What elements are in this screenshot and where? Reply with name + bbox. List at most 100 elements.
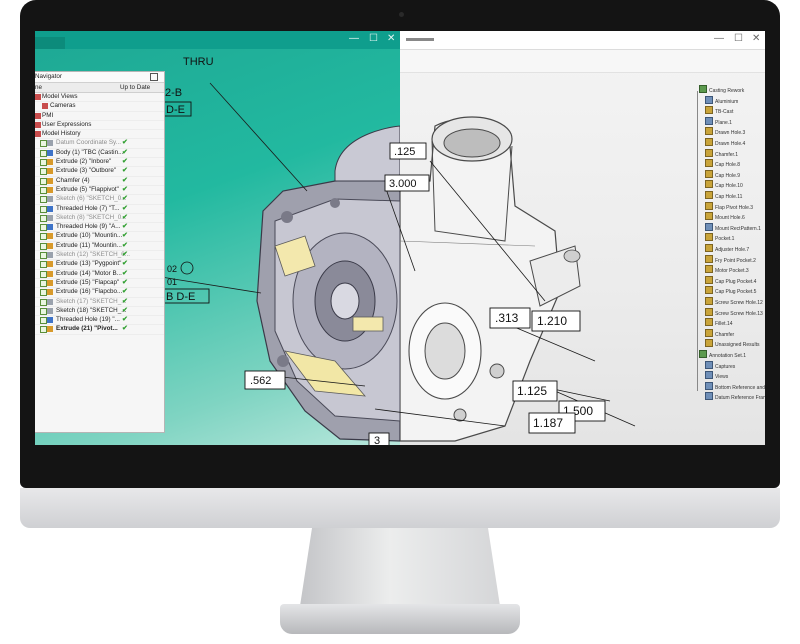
tree-node[interactable]: Cap Hole.8 <box>705 159 740 168</box>
up-to-date-check-icon: ✔ <box>122 232 128 240</box>
navigator-row[interactable]: Threaded Hole (7) "T... ✔ <box>35 205 164 214</box>
checkbox-icon[interactable] <box>40 326 47 334</box>
checkbox-icon[interactable] <box>40 140 47 148</box>
navigator-row[interactable]: Sketch (17) "SKETCH_... ✔ <box>35 298 164 307</box>
tree-node[interactable]: Drawn Hole.4 <box>705 138 745 147</box>
navigator-row-label: Threaded Hole (7) "T... <box>56 204 120 212</box>
navigator-row[interactable]: Sketch (8) "SKETCH_0... ✔ <box>35 214 164 224</box>
tree-node[interactable]: TB-Cast <box>705 106 733 115</box>
navigator-row[interactable]: Extrude (15) "Flapcap" ✔ <box>35 279 164 289</box>
tree-node[interactable]: Chamfer.1 <box>705 148 738 158</box>
navigator-row[interactable]: Extrude (3) "Outbore" ✔ <box>35 167 164 177</box>
navigator-row[interactable]: Model History <box>35 130 164 140</box>
navigator-row[interactable]: Extrude (11) "Mountin... ✔ <box>35 242 164 252</box>
checkbox-icon[interactable] <box>40 149 47 157</box>
tree-node-label: Plane.1 <box>715 119 732 126</box>
navigator-row[interactable]: Datum Coordinate Sy... ✔ <box>35 139 164 149</box>
checkbox-icon[interactable] <box>40 242 47 250</box>
checkbox-icon[interactable] <box>40 317 47 325</box>
checkbox-icon[interactable] <box>40 270 47 278</box>
checkbox-icon[interactable] <box>40 177 47 185</box>
checkbox-icon[interactable] <box>40 205 47 213</box>
checkbox-icon[interactable] <box>40 186 47 194</box>
navigator-row[interactable]: PMI <box>35 112 164 121</box>
up-to-date-check-icon: ✔ <box>122 288 128 296</box>
pin-icon[interactable] <box>150 73 158 81</box>
navigator-row[interactable]: Extrude (2) "Inbore" ✔ <box>35 158 164 168</box>
checkbox-icon[interactable] <box>40 196 47 204</box>
navigator-row[interactable]: Threaded Hole (9) "A... ✔ <box>35 223 164 233</box>
tree-node[interactable]: Casting Rework <box>699 85 744 94</box>
navigator-row[interactable]: Threaded Hole (19) "... ✔ <box>35 316 164 326</box>
checkbox-icon[interactable] <box>40 289 47 297</box>
tree-node[interactable]: Cap Hole.9 <box>705 169 740 179</box>
tree-node-icon <box>705 328 713 337</box>
checkbox-icon[interactable] <box>40 233 47 241</box>
tree-node[interactable]: Cap Hole.10 <box>705 180 743 189</box>
tree-node[interactable]: Mount RectPattern.1 <box>705 222 761 232</box>
feature-icon <box>47 307 53 314</box>
tree-node[interactable]: Cap Hole.11 <box>705 191 742 200</box>
tree-node[interactable]: Captures <box>705 360 735 370</box>
tree-node-label: Screw Screw Hole.13 <box>715 310 763 317</box>
navigator-row[interactable]: Extrude (13) "Pygpoint" ✔ <box>35 260 164 270</box>
column-name-header[interactable]: ne <box>35 83 42 92</box>
tree-node[interactable]: Screw Screw Hole.13 <box>705 307 763 317</box>
navigator-row[interactable]: Chamfer (4) ✔ <box>35 177 164 186</box>
navigator-row-label: Extrude (3) "Outbore" <box>56 167 117 175</box>
tree-node[interactable]: Plane.1 <box>705 116 732 126</box>
tree-node-icon <box>705 169 713 178</box>
tree-node[interactable]: Fillet.14 <box>705 318 733 327</box>
feature-icon <box>47 186 53 193</box>
tree-node[interactable]: Chamfer <box>705 328 734 338</box>
tree-node[interactable]: Annotation Set.1 <box>699 350 746 359</box>
navigator-column-header: ne Up to Date <box>35 83 164 93</box>
navigator-row[interactable]: User Expressions <box>35 121 164 131</box>
navigator-row[interactable]: Extrude (10) "Mountin... ✔ <box>35 232 164 242</box>
navigator-row[interactable]: Model Views <box>35 93 164 103</box>
feature-icon <box>47 168 53 175</box>
checkbox-icon[interactable] <box>40 252 47 260</box>
navigator-row[interactable]: Extrude (16) "Flapcbo... ✔ <box>35 288 164 298</box>
navigator-row[interactable]: Sketch (12) "SKETCH_0... ✔ <box>35 251 164 261</box>
navigator-row-label: Sketch (18) "SKETCH_... <box>56 306 127 314</box>
tree-node[interactable]: Adjuster Hole.7 <box>705 244 749 253</box>
tree-node[interactable]: Fry Point Pocket.2 <box>705 254 756 264</box>
tree-node[interactable]: Views <box>705 371 728 380</box>
tree-node[interactable]: Cap Plug Pocket.5 <box>705 286 756 295</box>
navigator-row[interactable]: Sketch (18) "SKETCH_... ✔ <box>35 306 164 317</box>
dim-3: 3 <box>374 435 380 445</box>
navigator-row[interactable]: Body (1) "TBC (Castin... ✔ <box>35 149 164 159</box>
tree-node[interactable]: Mount Hole.6 <box>705 212 745 221</box>
tree-node[interactable]: Flap Pivot Hole.3 <box>705 201 753 211</box>
navigator-row[interactable]: Cameras <box>35 102 164 112</box>
navigator-row[interactable]: Extrude (5) "Flappivot" ✔ <box>35 186 164 196</box>
feature-icon <box>47 261 53 268</box>
navigator-row[interactable]: Extrude (14) "Motor B... ✔ <box>35 270 164 279</box>
dim-3000: 3.000 <box>389 178 417 190</box>
tree-node[interactable]: Bottom Reference and Hole Pos <box>705 381 765 391</box>
tree-node-icon <box>705 286 713 295</box>
tree-node[interactable]: Motor Pocket.3 <box>705 265 749 274</box>
tree-node[interactable]: Unassigned Results <box>705 339 759 348</box>
checkbox-icon[interactable] <box>40 224 47 232</box>
checkbox-icon[interactable] <box>40 159 47 167</box>
navigator-row[interactable]: Sketch (6) "SKETCH_0... ✔ <box>35 195 164 205</box>
navigator-row[interactable]: Extrude (21) "Pivot... ✔ <box>35 325 164 335</box>
feature-icon <box>47 140 53 147</box>
checkbox-icon[interactable] <box>40 298 47 306</box>
tree-node[interactable]: Cap Plug Pocket.4 <box>705 275 756 285</box>
column-status-header[interactable]: Up to Date <box>120 83 150 92</box>
tree-node[interactable]: Pocket.1 <box>705 233 734 242</box>
tree-node[interactable]: Screw Screw Hole.12 <box>705 297 763 306</box>
checkbox-icon[interactable] <box>40 168 47 176</box>
checkbox-icon[interactable] <box>40 307 47 315</box>
navigator-row-label: Extrude (21) "Pivot... <box>56 325 118 333</box>
tree-node[interactable]: Aluminium <box>705 95 738 105</box>
feature-icon <box>47 159 53 166</box>
tree-node[interactable]: Datum Reference Frames <box>705 392 765 401</box>
tree-node[interactable]: Drawn Hole.3 <box>705 127 745 136</box>
checkbox-icon[interactable] <box>40 261 47 269</box>
checkbox-icon[interactable] <box>40 279 47 287</box>
checkbox-icon[interactable] <box>40 214 47 222</box>
